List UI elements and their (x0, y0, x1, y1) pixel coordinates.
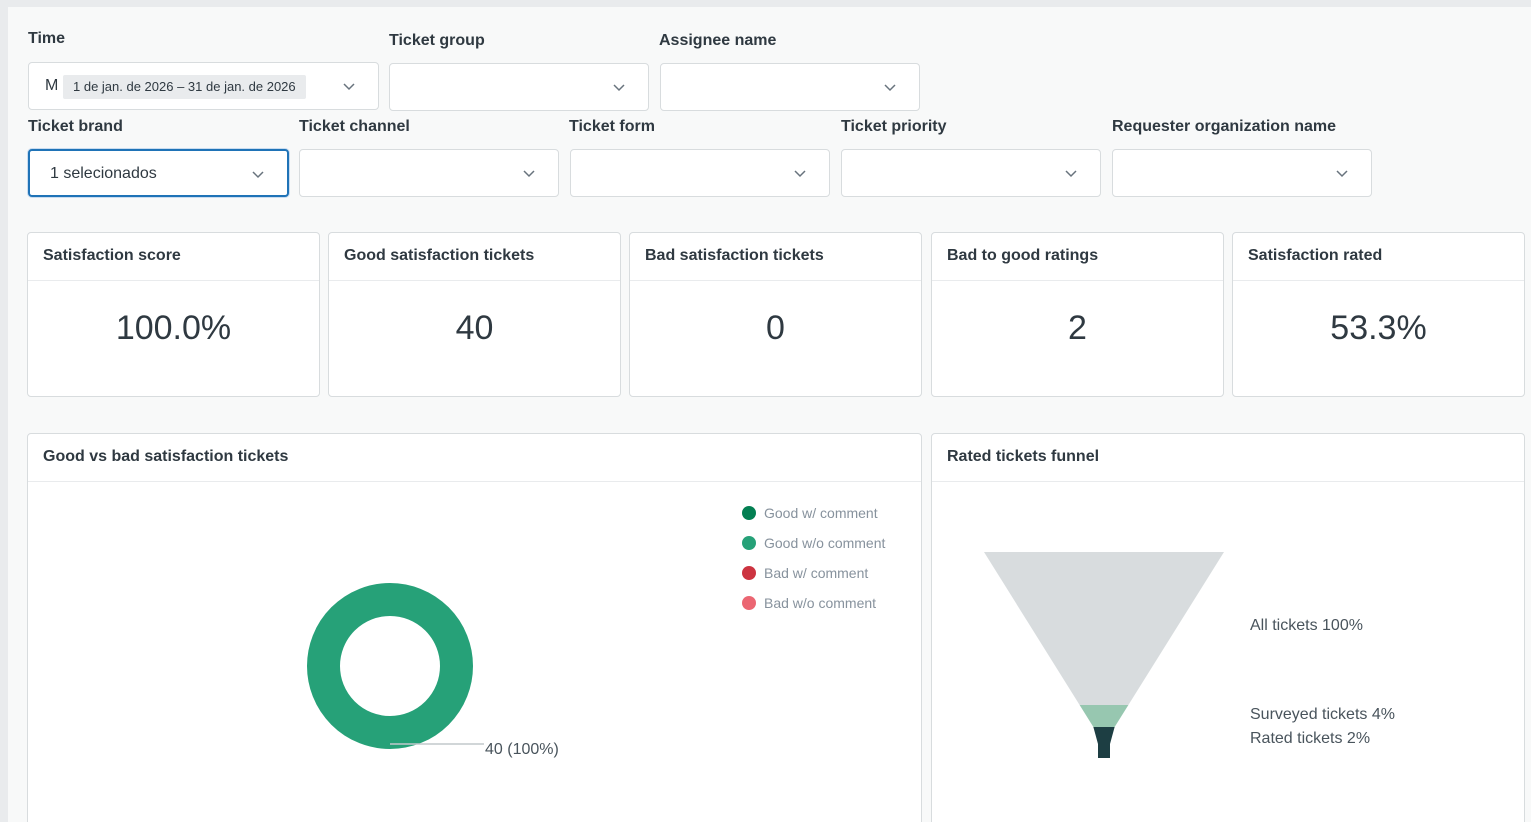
metric-title: Good satisfaction tickets (344, 247, 535, 264)
funnel-stage-all-tickets[interactable] (984, 552, 1224, 705)
chevron-down-icon (252, 171, 264, 179)
requester-org-select[interactable] (1112, 149, 1372, 197)
funnel-stage-surveyed-tickets[interactable] (1079, 704, 1129, 727)
filter-label-ticket-channel: Ticket channel (299, 118, 410, 135)
dashboard-canvas: Time M 1 de jan. de 2026 – 31 de jan. de… (8, 7, 1531, 822)
ticket-brand-select[interactable]: 1 selecionados (28, 149, 289, 197)
metric-value: 53.3% (1330, 309, 1427, 347)
filter-label-ticket-priority: Ticket priority (841, 118, 947, 135)
funnel-label-rated: Rated tickets 2% (1250, 730, 1371, 747)
metric-value: 0 (766, 309, 785, 347)
metric-card-bad-to-good: Bad to good ratings 2 (931, 232, 1224, 397)
card-divider (1233, 280, 1524, 281)
card-divider (329, 280, 620, 281)
metric-card-good-satisfaction: Good satisfaction tickets 40 (328, 232, 621, 397)
metric-title: Bad to good ratings (947, 247, 1099, 264)
chevron-down-icon (343, 83, 355, 91)
metric-card-satisfaction-score: Satisfaction score 100.0% (27, 232, 320, 397)
chevron-down-icon (523, 170, 535, 178)
metric-value: 2 (1068, 309, 1087, 347)
funnel-label-all: All tickets 100% (1250, 617, 1363, 634)
card-divider (28, 280, 319, 281)
filter-label-ticket-brand: Ticket brand (28, 118, 123, 135)
donut-chart-card: Good vs bad satisfaction tickets Good w/… (27, 433, 922, 822)
filter-label-time: Time (28, 30, 66, 47)
metric-card-bad-satisfaction: Bad satisfaction tickets 0 (629, 232, 922, 397)
ticket-channel-select[interactable] (299, 149, 559, 197)
donut-slice-good-w-o-comment[interactable] (307, 583, 473, 749)
ticket-brand-value: 1 selecionados (50, 165, 157, 182)
funnel-chart (984, 552, 1224, 758)
metric-title: Satisfaction rated (1248, 247, 1383, 264)
metric-title: Bad satisfaction tickets (645, 247, 824, 264)
filter-label-requester-org: Requester organization name (1112, 118, 1337, 135)
chart-title: Good vs bad satisfaction tickets (43, 448, 289, 465)
funnel-label-surveyed: Surveyed tickets 4% (1250, 706, 1395, 723)
slice-data-label: 40 (100%) (485, 741, 559, 758)
chevron-down-icon (613, 84, 625, 92)
chart-title: Rated tickets funnel (947, 448, 1100, 465)
chevron-down-icon (1065, 170, 1077, 178)
time-prefix: M (45, 77, 59, 94)
metric-title: Satisfaction score (43, 247, 181, 264)
ticket-priority-select[interactable] (841, 149, 1101, 197)
metric-card-satisfaction-rated: Satisfaction rated 53.3% (1232, 232, 1525, 397)
filter-label-ticket-group: Ticket group (389, 32, 485, 49)
time-filter-select[interactable]: M 1 de jan. de 2026 – 31 de jan. de 2026 (28, 62, 379, 110)
card-divider (932, 280, 1223, 281)
ticket-group-select[interactable] (389, 63, 649, 111)
card-divider (630, 280, 921, 281)
metric-value: 100.0% (115, 309, 232, 347)
ticket-form-select[interactable] (570, 149, 830, 197)
filter-label-assignee-name: Assignee name (659, 32, 777, 49)
donut-chart: 40 (100%) (307, 583, 559, 758)
funnel-stage-rated-tickets[interactable] (1093, 726, 1115, 744)
metric-value: 40 (455, 309, 494, 347)
funnel-stem (1098, 744, 1110, 758)
funnel-chart-card: Rated tickets funnel All tickets 100% Su… (931, 433, 1525, 822)
date-range-pill: 1 de jan. de 2026 – 31 de jan. de 2026 (63, 75, 306, 99)
chevron-down-icon (794, 170, 806, 178)
filter-label-ticket-form: Ticket form (569, 118, 655, 135)
chevron-down-icon (1336, 170, 1348, 178)
assignee-name-select[interactable] (660, 63, 920, 111)
chevron-down-icon (884, 84, 896, 92)
